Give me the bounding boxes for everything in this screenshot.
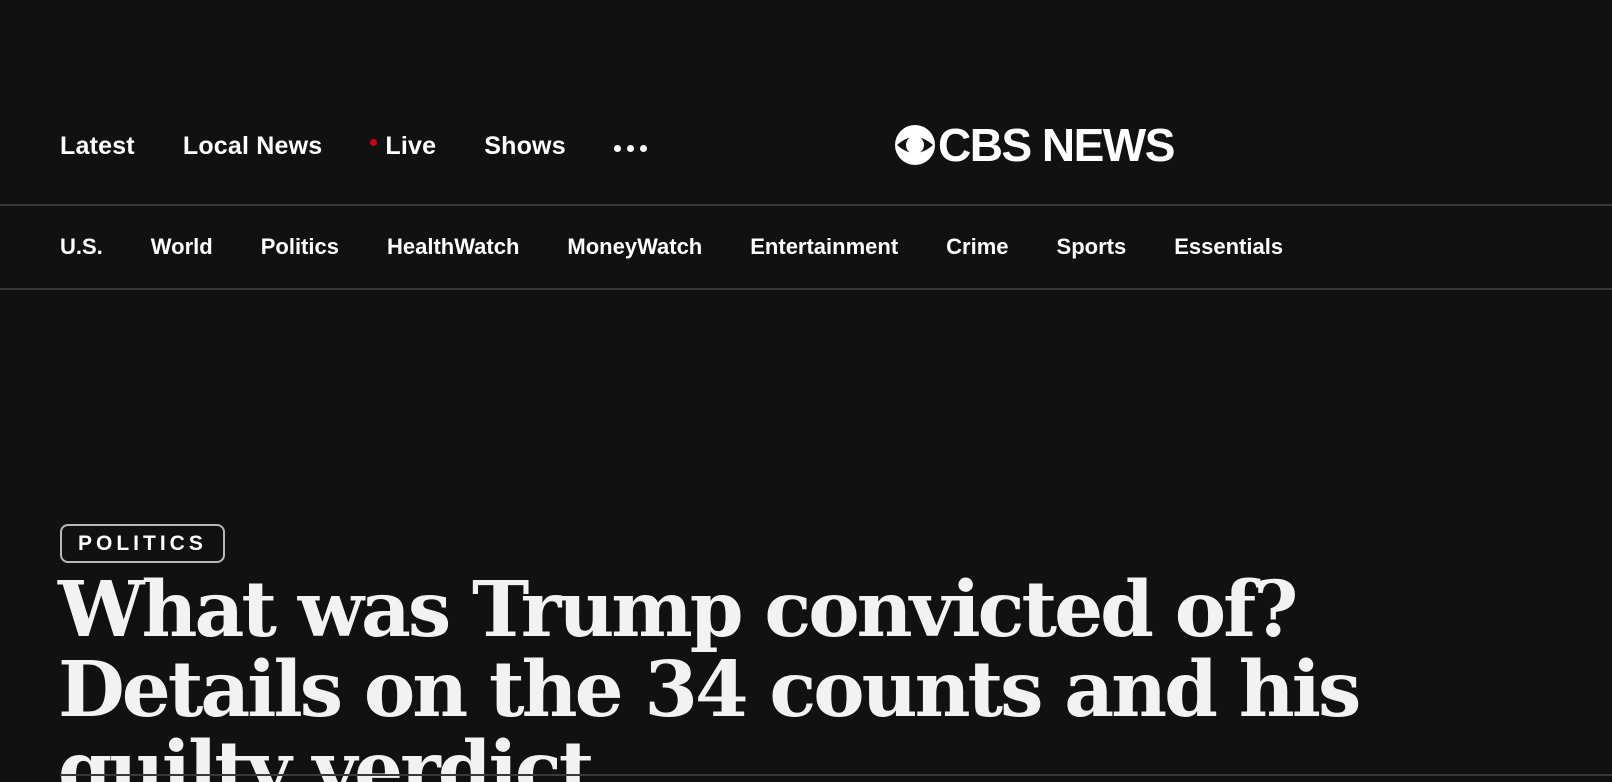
section-link-crime[interactable]: Crime bbox=[946, 234, 1008, 260]
more-horizontal-icon[interactable] bbox=[613, 145, 647, 152]
nav-link-shows[interactable]: Shows bbox=[484, 132, 566, 161]
section-link-world[interactable]: World bbox=[151, 234, 213, 260]
top-navigation: Latest Local News Live Shows CBS NEWS bbox=[0, 0, 1612, 206]
section-link-sports[interactable]: Sports bbox=[1057, 234, 1127, 260]
section-navigation: U.S. World Politics HealthWatch MoneyWat… bbox=[0, 206, 1612, 290]
live-indicator-icon bbox=[370, 139, 378, 146]
page: Latest Local News Live Shows CBS NEWS U.… bbox=[0, 0, 1612, 782]
section-links: U.S. World Politics HealthWatch MoneyWat… bbox=[60, 234, 1331, 260]
nav-link-latest[interactable]: Latest bbox=[60, 132, 135, 161]
logo-wordmark: CBS NEWS bbox=[938, 119, 1175, 171]
nav-link-live-label: Live bbox=[385, 132, 437, 160]
nav-link-live[interactable]: Live bbox=[370, 132, 436, 161]
section-link-entertainment[interactable]: Entertainment bbox=[750, 234, 898, 260]
article-headline: What was Trump convicted of? Details on … bbox=[58, 565, 1361, 782]
section-link-healthwatch[interactable]: HealthWatch bbox=[387, 234, 519, 260]
section-link-moneywatch[interactable]: MoneyWatch bbox=[567, 234, 702, 260]
category-badge[interactable]: POLITICS bbox=[60, 524, 225, 563]
section-link-us[interactable]: U.S. bbox=[60, 234, 103, 260]
section-link-essentials[interactable]: Essentials bbox=[1174, 234, 1283, 260]
cbs-eye-icon bbox=[895, 125, 935, 165]
nav-link-local-news[interactable]: Local News bbox=[183, 132, 323, 161]
divider bbox=[60, 774, 1612, 776]
primary-nav: Latest Local News Live Shows bbox=[60, 132, 647, 161]
section-link-politics[interactable]: Politics bbox=[261, 234, 339, 260]
cbs-news-logo[interactable]: CBS NEWS bbox=[894, 119, 1175, 171]
